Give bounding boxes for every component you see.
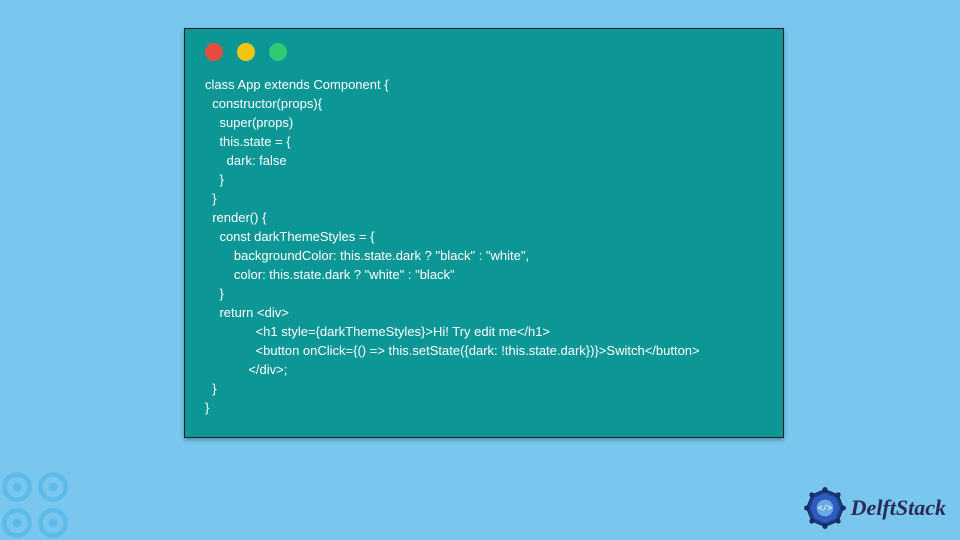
brand-name: DelftStack xyxy=(851,495,946,521)
logo-badge-icon: </> xyxy=(803,486,847,530)
gear-watermark-icon xyxy=(0,460,80,540)
code-block: class App extends Component { constructo… xyxy=(185,69,783,433)
code-window: class App extends Component { constructo… xyxy=(184,28,784,438)
maximize-icon xyxy=(269,43,287,61)
brand-logo: </> DelftStack xyxy=(803,486,946,530)
minimize-icon xyxy=(237,43,255,61)
window-controls xyxy=(185,29,783,69)
svg-text:</>: </> xyxy=(818,505,832,514)
close-icon xyxy=(205,43,223,61)
